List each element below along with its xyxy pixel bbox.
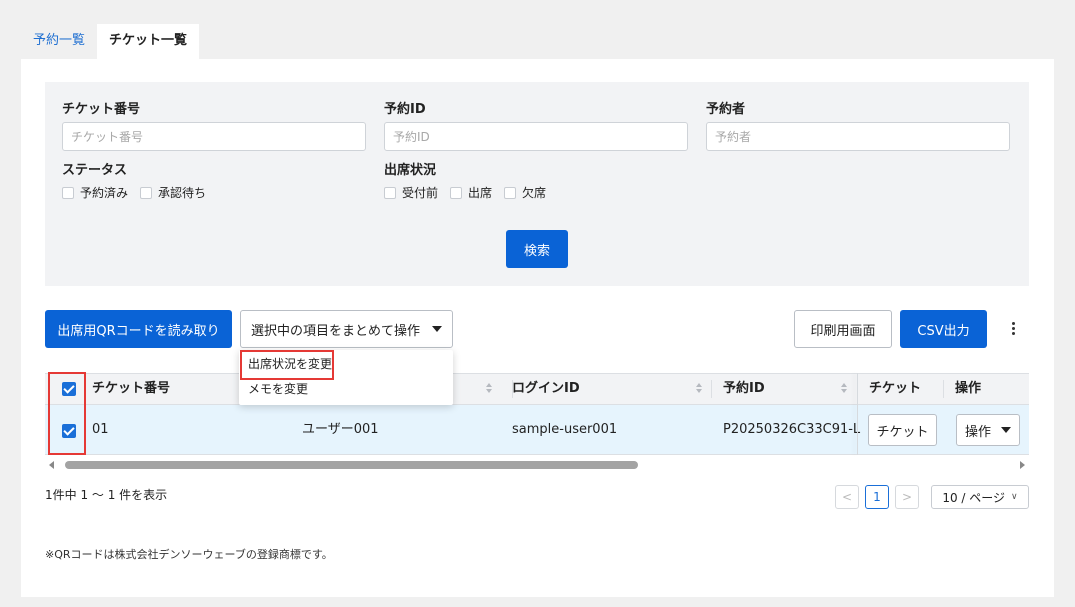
tab-reservations[interactable]: 予約一覧	[21, 24, 97, 60]
menu-item-change-attendance[interactable]: 出席状況を変更	[248, 355, 332, 373]
scrollbar-thumb[interactable]	[65, 461, 638, 469]
status-option-pending[interactable]: 承認待ち	[140, 184, 206, 201]
checkbox[interactable]	[384, 186, 396, 199]
menu-item-change-memo[interactable]: メモを変更	[248, 380, 308, 398]
sort-icon[interactable]	[486, 383, 494, 395]
filter-reserver: 予約者	[706, 101, 1010, 151]
ticket-button[interactable]: チケット	[868, 414, 937, 446]
qr-scan-button[interactable]: 出席用QRコードを読み取り	[45, 310, 232, 348]
prev-page-button[interactable]: <	[835, 485, 859, 509]
reserver-label: 予約者	[706, 102, 746, 117]
row-action-button[interactable]: 操作	[956, 414, 1020, 446]
sort-icon[interactable]	[696, 383, 704, 395]
row-checkbox[interactable]	[62, 424, 76, 438]
col-login-id[interactable]: ログインID	[512, 374, 580, 404]
cell-ticket-no: 01	[92, 422, 109, 437]
page-1-button[interactable]: 1	[865, 485, 889, 509]
filter-ticket-no: チケット番号	[62, 101, 366, 151]
cell-login-id: sample-user001	[512, 422, 618, 437]
bulk-action-menu: 出席状況を変更 メモを変更	[239, 350, 453, 405]
filter-area: チケット番号 予約ID 予約者 ステータス 予約済み 承認待ち 出席状況 受付前…	[45, 82, 1029, 286]
csv-export-button[interactable]: CSV出力	[900, 310, 987, 348]
tab-tickets[interactable]: チケット一覧	[97, 24, 200, 60]
main-panel: チケット番号 予約ID 予約者 ステータス 予約済み 承認待ち 出席状況 受付前…	[21, 59, 1054, 597]
print-view-button[interactable]: 印刷用画面	[794, 310, 892, 348]
bulk-action-label: 選択中の項目をまとめて操作	[250, 323, 420, 339]
scroll-right-icon[interactable]	[1020, 461, 1025, 469]
checkbox[interactable]	[140, 186, 153, 199]
bulk-action-button[interactable]: 選択中の項目をまとめて操作	[240, 310, 453, 348]
more-vertical-icon[interactable]	[1006, 317, 1020, 339]
cell-reservation-id: P20250326C33C91-L	[723, 422, 861, 437]
col-action: 操作	[955, 381, 982, 396]
page-size-label: 10 / ページ	[942, 490, 1006, 505]
tab-bar: 予約一覧 チケット一覧	[21, 24, 200, 60]
horizontal-scrollbar[interactable]	[45, 459, 1029, 471]
reservation-id-label: 予約ID	[384, 102, 426, 117]
qr-trademark-note: ※QRコードは株式会社デンソーウェーブの登録商標です。	[45, 548, 333, 561]
checkbox[interactable]	[504, 186, 517, 199]
next-page-button[interactable]: >	[895, 485, 919, 509]
scroll-left-icon[interactable]	[49, 461, 54, 469]
sort-icon[interactable]	[841, 383, 849, 395]
select-all-checkbox[interactable]	[62, 382, 76, 396]
attendance-option-present[interactable]: 出席	[450, 184, 492, 201]
checkbox[interactable]	[450, 186, 463, 199]
page-size-select[interactable]: 10 / ページ ∨	[931, 485, 1029, 509]
caret-down-icon	[1001, 427, 1011, 433]
attendance-label: 出席状況	[384, 163, 437, 178]
status-label: ステータス	[62, 163, 128, 178]
filter-attendance: 出席状況 受付前 出席 欠席	[384, 162, 558, 201]
filter-reservation-id: 予約ID	[384, 101, 688, 151]
reservation-id-input[interactable]	[384, 122, 688, 151]
status-option-reserved[interactable]: 予約済み	[62, 184, 128, 201]
attendance-option-absent[interactable]: 欠席	[504, 184, 546, 201]
search-button[interactable]: 検索	[506, 230, 568, 268]
ticket-no-label: チケット番号	[62, 102, 141, 117]
table-row[interactable]: 01 ユーザー001 sample-user001 P20250326C33C9…	[45, 405, 1029, 455]
reserver-input[interactable]	[706, 122, 1010, 151]
table-header: チケット番号 ログインID 予約ID チケット 操作	[45, 373, 1029, 405]
ticket-table: チケット番号 ログインID 予約ID チケット 操作 01 ユーザー001 sa…	[45, 373, 1029, 457]
result-count: 1件中 1 〜 1 件を表示	[45, 488, 168, 502]
col-ticket: チケット	[869, 381, 922, 396]
col-reservation-id[interactable]: 予約ID	[723, 374, 765, 404]
cell-user: ユーザー001	[302, 422, 379, 437]
caret-down-icon	[432, 326, 442, 332]
chevron-down-icon: ∨	[1011, 492, 1018, 502]
filter-status: ステータス 予約済み 承認待ち	[62, 162, 218, 201]
row-action-label: 操作	[964, 424, 991, 440]
attendance-option-before[interactable]: 受付前	[384, 184, 438, 201]
ticket-no-input[interactable]	[62, 122, 366, 151]
checkbox[interactable]	[62, 186, 74, 199]
col-ticket-no[interactable]: チケット番号	[92, 374, 170, 404]
